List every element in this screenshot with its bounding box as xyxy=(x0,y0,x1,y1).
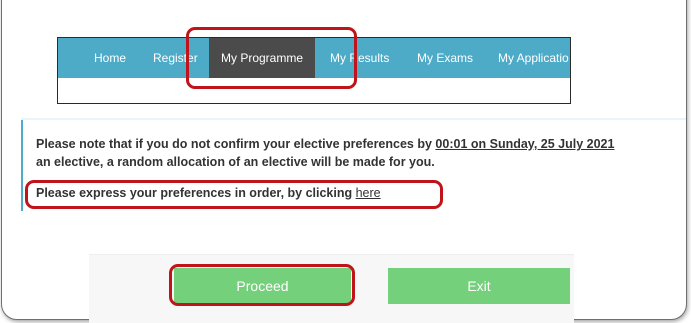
content-divider xyxy=(21,118,686,120)
highlight-proceed xyxy=(169,264,355,306)
content-accent-bar xyxy=(21,120,23,211)
nav-item-my-exams[interactable]: My Exams xyxy=(417,38,473,78)
highlight-my-programme xyxy=(186,27,357,89)
nav-item-my-applications[interactable]: My Applicatio xyxy=(498,38,569,78)
highlight-express-preferences xyxy=(25,180,443,209)
notice-line-1-text: Please note that if you do not confirm y… xyxy=(36,137,436,151)
button-area-top xyxy=(89,234,574,255)
nav-item-home[interactable]: Home xyxy=(94,38,126,78)
notice-deadline: 00:01 on Sunday, 25 July 2021 xyxy=(435,137,615,151)
exit-button[interactable]: Exit xyxy=(388,268,570,304)
notice-line-1: Please note that if you do not confirm y… xyxy=(36,135,691,153)
elective-notice: Please note that if you do not confirm y… xyxy=(36,135,691,171)
notice-line-2: an elective, a random allocation of an e… xyxy=(36,155,435,169)
